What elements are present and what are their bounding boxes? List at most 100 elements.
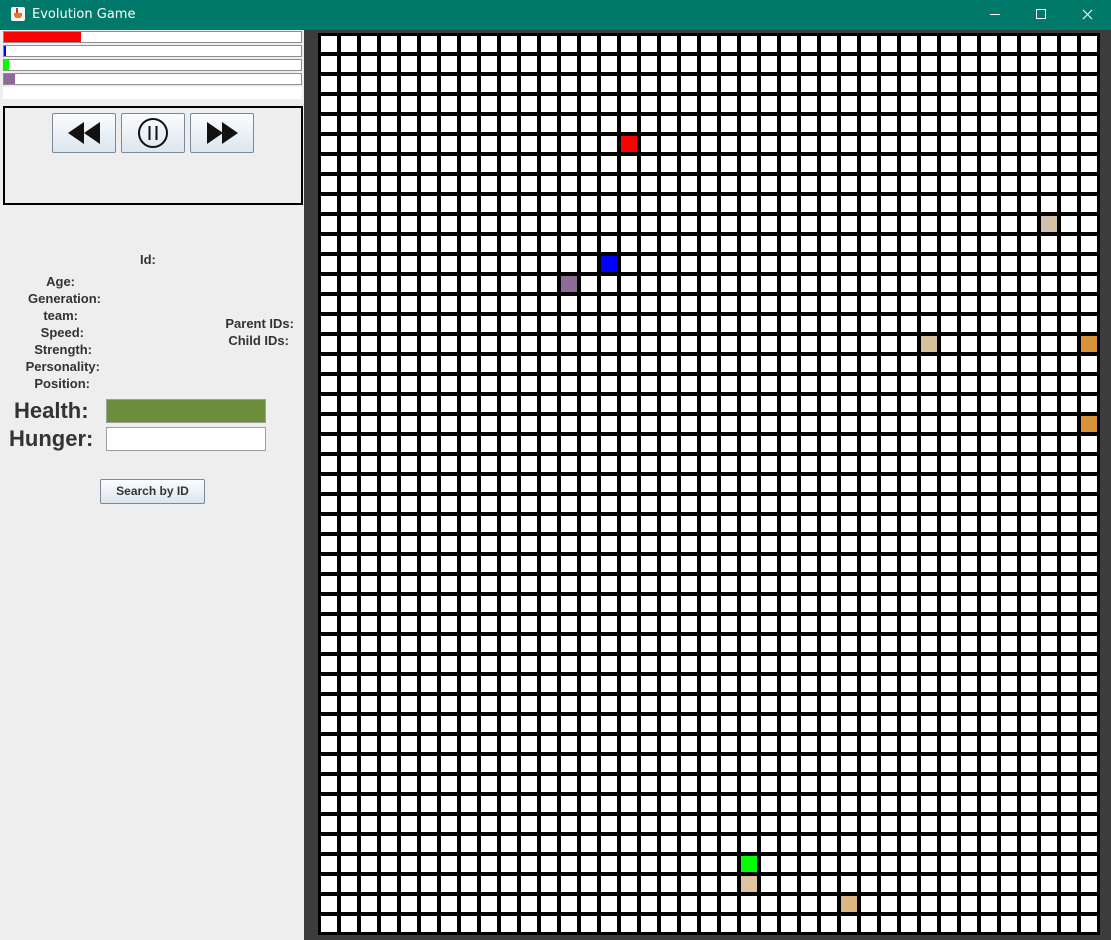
grid-cell[interactable] (921, 556, 937, 572)
grid-cell[interactable] (981, 856, 997, 872)
grid-cell[interactable] (901, 396, 917, 412)
grid-cell[interactable] (521, 796, 537, 812)
grid-cell[interactable] (761, 36, 777, 52)
grid-cell[interactable] (961, 116, 977, 132)
grid-cell[interactable] (961, 276, 977, 292)
grid-cell[interactable] (1061, 416, 1077, 432)
grid-cell[interactable] (741, 76, 757, 92)
grid-cell[interactable] (321, 916, 337, 932)
grid-cell[interactable] (401, 736, 417, 752)
grid-cell[interactable] (381, 76, 397, 92)
grid-cell[interactable] (901, 356, 917, 372)
grid-cell[interactable] (341, 496, 357, 512)
grid-cell[interactable] (561, 416, 577, 432)
grid-cell[interactable] (781, 176, 797, 192)
grid-cell[interactable] (961, 516, 977, 532)
grid-cell[interactable] (341, 476, 357, 492)
grid-cell[interactable] (901, 576, 917, 592)
grid-cell[interactable] (681, 756, 697, 772)
grid-cell[interactable] (401, 316, 417, 332)
grid-cell[interactable] (501, 576, 517, 592)
grid-cell[interactable] (741, 436, 757, 452)
grid-cell[interactable] (581, 396, 597, 412)
grid-cell[interactable] (521, 816, 537, 832)
grid-cell[interactable] (1081, 576, 1097, 592)
grid-cell[interactable] (881, 376, 897, 392)
grid-cell[interactable] (441, 436, 457, 452)
grid-cell[interactable] (721, 856, 737, 872)
grid-cell[interactable] (561, 696, 577, 712)
grid-cell[interactable] (861, 116, 877, 132)
grid-cell[interactable] (481, 896, 497, 912)
grid-cell[interactable] (961, 196, 977, 212)
grid-cell[interactable] (941, 736, 957, 752)
grid-cell[interactable] (461, 456, 477, 472)
grid-cell[interactable] (921, 56, 937, 72)
grid-cell[interactable] (1041, 456, 1057, 472)
grid-cell[interactable] (761, 416, 777, 432)
grid-cell[interactable] (461, 896, 477, 912)
grid-cell[interactable] (1001, 876, 1017, 892)
grid-cell[interactable] (921, 536, 937, 552)
grid-cell[interactable] (541, 536, 557, 552)
grid-cell[interactable] (621, 656, 637, 672)
grid-cell[interactable] (861, 236, 877, 252)
grid-cell[interactable] (601, 196, 617, 212)
grid-cell[interactable] (521, 516, 537, 532)
grid-cell[interactable] (861, 336, 877, 352)
grid-cell[interactable] (621, 636, 637, 652)
grid-cell[interactable] (1081, 556, 1097, 572)
grid-cell[interactable] (741, 596, 757, 612)
grid-cell[interactable] (721, 56, 737, 72)
grid-cell[interactable] (761, 856, 777, 872)
grid-cell[interactable] (481, 756, 497, 772)
grid-cell[interactable] (461, 376, 477, 392)
grid-cell[interactable] (1061, 396, 1077, 412)
grid-cell[interactable] (981, 896, 997, 912)
grid-cell[interactable] (881, 36, 897, 52)
grid-cell[interactable] (561, 196, 577, 212)
grid-cell[interactable] (1081, 456, 1097, 472)
grid-cell[interactable] (1041, 276, 1057, 292)
grid-cell[interactable] (821, 436, 837, 452)
grid-cell[interactable] (681, 736, 697, 752)
grid-cell[interactable] (901, 756, 917, 772)
grid-cell[interactable] (321, 216, 337, 232)
grid-cell[interactable] (661, 276, 677, 292)
grid-cell[interactable] (1061, 836, 1077, 852)
grid-cell[interactable] (1041, 36, 1057, 52)
grid-cell[interactable] (761, 896, 777, 912)
grid-cell[interactable] (481, 576, 497, 592)
grid-cell[interactable] (481, 156, 497, 172)
grid-cell[interactable] (641, 216, 657, 232)
grid-cell[interactable] (821, 616, 837, 632)
maximize-button[interactable] (1018, 0, 1064, 30)
grid-cell[interactable] (801, 736, 817, 752)
grid-cell[interactable] (861, 96, 877, 112)
grid-cell[interactable] (361, 676, 377, 692)
grid-cell[interactable] (521, 336, 537, 352)
grid-cell[interactable] (721, 516, 737, 532)
grid-cell[interactable] (641, 96, 657, 112)
grid-cell[interactable] (781, 396, 797, 412)
grid-cell[interactable] (381, 296, 397, 312)
grid-cell[interactable] (701, 256, 717, 272)
grid-cell[interactable] (881, 636, 897, 652)
grid-cell[interactable] (721, 596, 737, 612)
grid-cell[interactable] (441, 116, 457, 132)
grid-cell[interactable] (821, 596, 837, 612)
grid-cell[interactable] (881, 456, 897, 472)
grid-cell[interactable] (1021, 496, 1037, 512)
grid-cell[interactable] (1041, 136, 1057, 152)
grid-cell[interactable] (1081, 376, 1097, 392)
grid-cell[interactable] (401, 856, 417, 872)
grid-cell[interactable] (881, 156, 897, 172)
grid-cell[interactable] (581, 856, 597, 872)
grid-cell[interactable] (901, 216, 917, 232)
grid-cell[interactable] (681, 396, 697, 412)
grid-cell[interactable] (761, 796, 777, 812)
grid-cell[interactable] (721, 676, 737, 692)
grid-cell[interactable] (901, 676, 917, 692)
grid-cell[interactable] (741, 256, 757, 272)
grid-cell[interactable] (1001, 256, 1017, 272)
